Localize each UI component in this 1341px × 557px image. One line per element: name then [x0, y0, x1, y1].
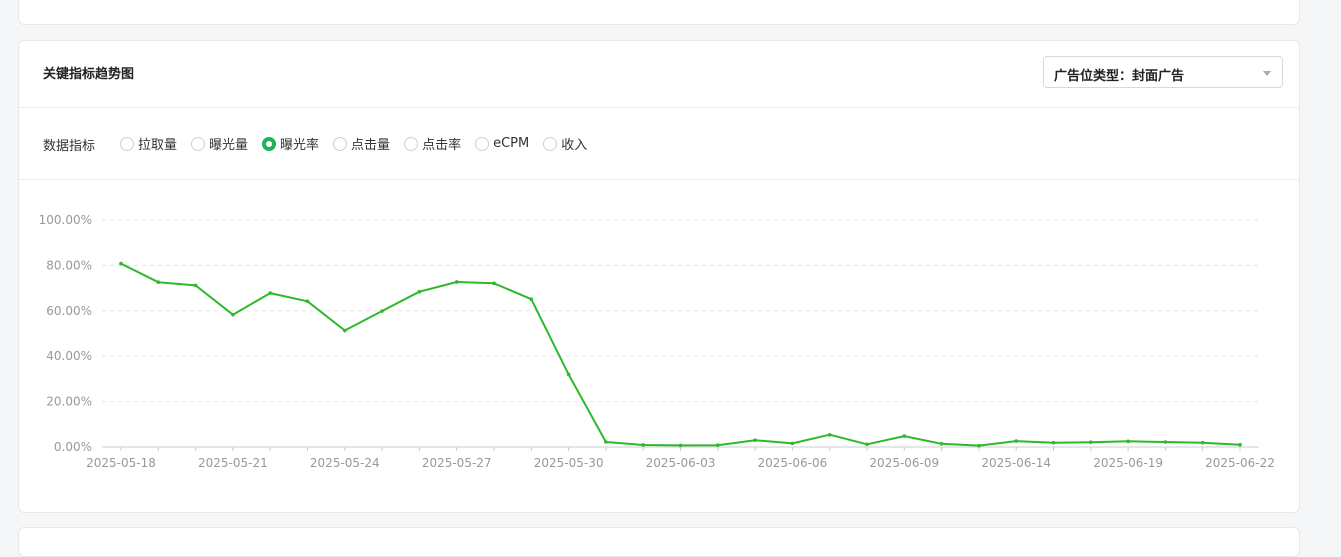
data-point — [492, 281, 496, 286]
data-point — [1089, 440, 1093, 445]
x-tick-label: 2025-05-21 — [198, 456, 268, 470]
trend-line-chart: 0.00% 20.00% 40.00% 60.00% 80.00% 100.00% 2025… — [39, 213, 1275, 470]
x-tick-label: 2025-06-19 — [1093, 456, 1163, 470]
data-point — [1163, 440, 1168, 444]
data-point — [268, 291, 273, 295]
data-point — [1126, 439, 1130, 444]
x-tick-label: 2025-06-14 — [981, 456, 1051, 470]
y-tick-label: 0.00% — [54, 440, 92, 454]
y-tick-label: 20.00% — [46, 395, 92, 409]
data-point — [827, 432, 832, 437]
data-point — [566, 372, 571, 377]
data-point — [380, 309, 384, 313]
data-point — [865, 442, 869, 447]
x-tick-label: 2025-06-22 — [1205, 456, 1275, 470]
data-point — [939, 442, 944, 446]
data-point — [902, 434, 907, 438]
data-point — [454, 280, 459, 284]
data-point — [790, 441, 795, 446]
y-tick-label: 60.00% — [46, 304, 92, 318]
data-point — [1014, 439, 1018, 443]
x-tick-label: 2025-06-09 — [869, 456, 939, 470]
data-point — [529, 297, 534, 302]
data-point — [193, 283, 198, 288]
x-tick-label: 2025-05-30 — [534, 456, 604, 470]
y-tick-label: 100.00% — [39, 213, 92, 227]
data-point — [716, 443, 720, 447]
x-tick-label: 2025-05-18 — [86, 456, 156, 470]
data-point — [641, 443, 645, 447]
data-point — [1200, 440, 1205, 445]
data-point — [343, 328, 347, 333]
data-point — [1051, 440, 1056, 445]
data-point — [678, 443, 683, 448]
series-line — [120, 262, 1241, 447]
next-card — [18, 527, 1300, 557]
data-point — [1238, 442, 1242, 447]
data-point — [231, 312, 235, 317]
data-point — [156, 280, 161, 284]
y-tick-label: 40.00% — [46, 349, 92, 363]
data-point — [305, 299, 310, 304]
x-tick-label: 2025-06-06 — [758, 456, 828, 470]
x-tick-label: 2025-06-03 — [646, 456, 716, 470]
y-tick-label: 80.00% — [46, 258, 92, 272]
data-point — [977, 443, 981, 448]
x-tick-label: 2025-05-24 — [310, 456, 380, 470]
data-point — [753, 438, 757, 442]
x-tick-label: 2025-05-27 — [422, 456, 492, 470]
data-point — [417, 289, 422, 294]
data-point — [604, 440, 608, 444]
data-point — [119, 261, 123, 266]
